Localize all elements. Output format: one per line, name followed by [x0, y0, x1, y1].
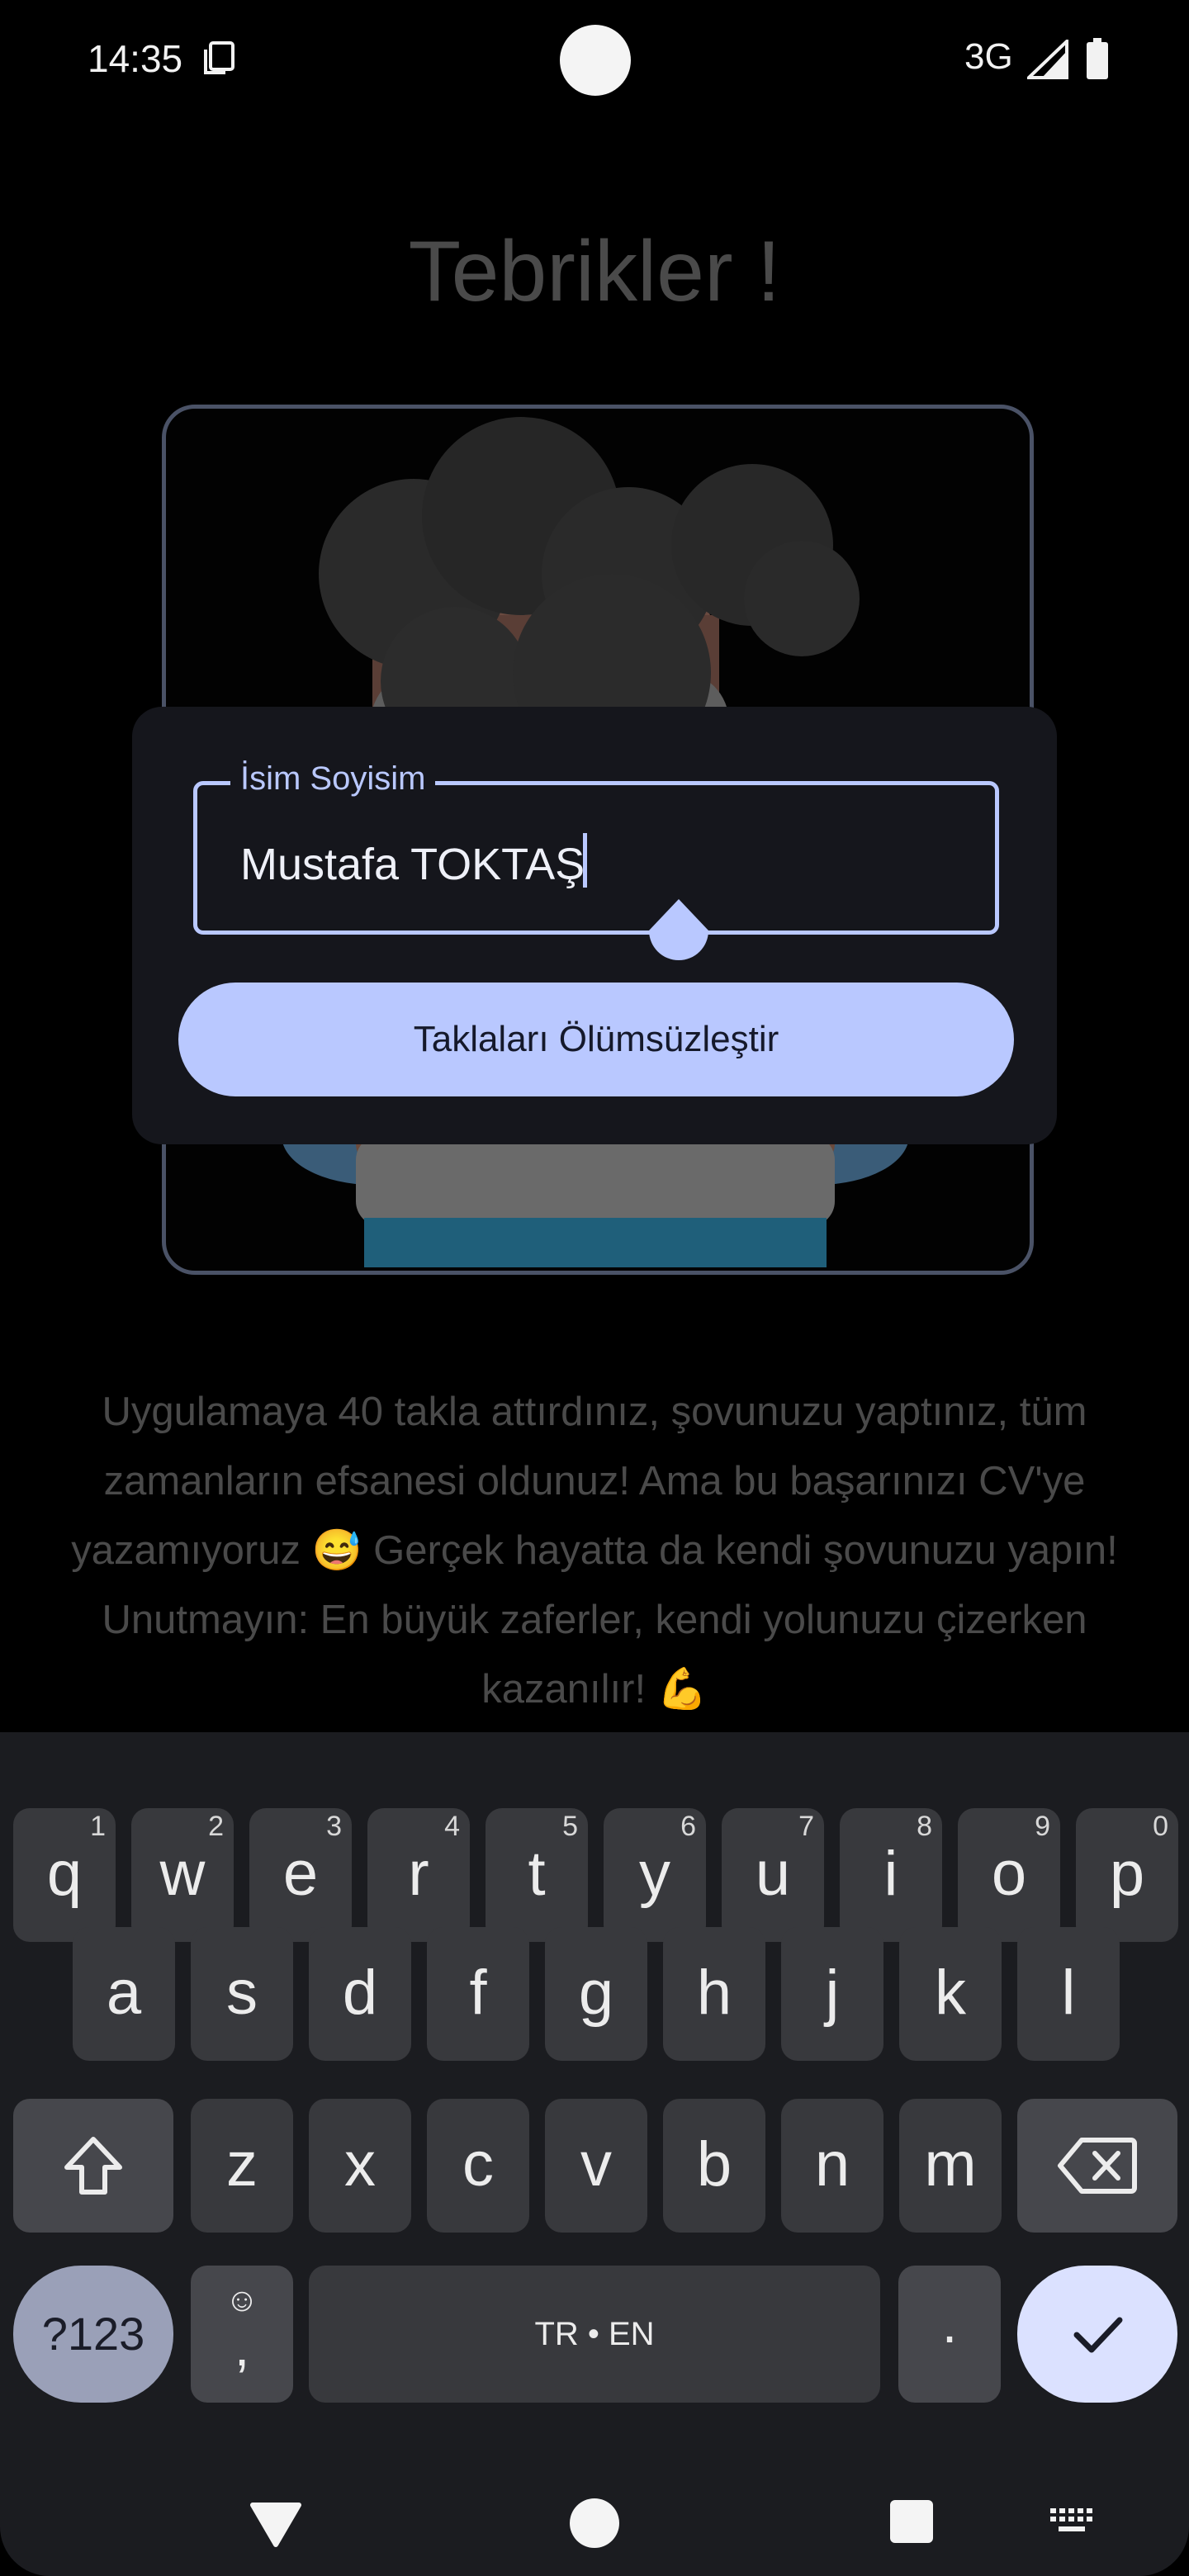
- name-input-text: Mustafa TOKTAŞ: [240, 840, 585, 889]
- key-j-label: j: [825, 1958, 840, 2028]
- key-w-hint: 2: [208, 1811, 224, 1842]
- key-m-label: m: [924, 2129, 977, 2200]
- key-q[interactable]: q1: [13, 1808, 116, 1942]
- key-o[interactable]: o9: [958, 1808, 1060, 1942]
- immortalize-button[interactable]: Taklaları Ölümsüzleştir: [178, 983, 1014, 1096]
- key-q-hint: 1: [90, 1811, 106, 1842]
- status-time: 14:35: [88, 37, 183, 80]
- name-input-value[interactable]: Mustafa TOKTAŞ: [240, 833, 588, 890]
- period-key[interactable]: .: [898, 2266, 1001, 2403]
- recents-icon[interactable]: [888, 2498, 935, 2545]
- key-q-label: q: [46, 1839, 83, 1909]
- key-i[interactable]: i8: [840, 1808, 942, 1942]
- key-k-label: k: [935, 1958, 966, 2028]
- key-o-hint: 9: [1035, 1811, 1050, 1842]
- key-a[interactable]: a: [73, 1927, 175, 2061]
- home-icon[interactable]: [568, 2497, 621, 2550]
- key-x[interactable]: x: [309, 2099, 411, 2233]
- key-w[interactable]: w2: [131, 1808, 234, 1942]
- page-title: Tebrikler !: [408, 224, 781, 320]
- battery-icon: [1087, 38, 1108, 79]
- key-z[interactable]: z: [191, 2099, 293, 2233]
- key-v[interactable]: v: [545, 2099, 647, 2233]
- key-s[interactable]: s: [191, 1927, 293, 2061]
- key-p[interactable]: p0: [1076, 1808, 1178, 1942]
- key-h[interactable]: h: [663, 1927, 765, 2061]
- key-y-hint: 6: [680, 1811, 696, 1842]
- key-j[interactable]: j: [781, 1927, 883, 2061]
- key-h-label: h: [696, 1958, 732, 2028]
- key-y[interactable]: y6: [604, 1808, 706, 1942]
- back-icon[interactable]: [249, 2502, 302, 2548]
- front-camera: [560, 25, 631, 96]
- key-g-label: g: [578, 1958, 614, 2028]
- key-u-label: u: [755, 1839, 791, 1909]
- shift-icon: [64, 2137, 122, 2195]
- status-bar: 14:35 3G: [0, 0, 1189, 116]
- symbols-key[interactable]: ?123: [13, 2266, 173, 2403]
- key-t[interactable]: t5: [486, 1808, 588, 1942]
- key-o-label: o: [991, 1839, 1027, 1909]
- backspace-icon: [1058, 2138, 1137, 2194]
- key-f-label: f: [469, 1958, 487, 2028]
- key-a-label: a: [106, 1958, 142, 2028]
- screenshot-icon: [204, 41, 234, 74]
- checkmark-icon: [1073, 2317, 1123, 2353]
- caret-handle-icon[interactable]: [647, 899, 711, 965]
- enter-key[interactable]: [1017, 2266, 1177, 2403]
- text-caret: [583, 833, 588, 888]
- key-r[interactable]: r4: [367, 1808, 470, 1942]
- network-type: 3G: [964, 36, 1013, 77]
- name-input[interactable]: İsim Soyisim Mustafa TOKTAŞ: [193, 760, 999, 961]
- key-k[interactable]: k: [899, 1927, 1002, 2061]
- key-n-label: n: [814, 2129, 850, 2200]
- congrats-message: Uygulamaya 40 takla attırdınız, şovunuzu…: [71, 1390, 1118, 1712]
- emoji-comma-key[interactable]: ☺ ,: [191, 2266, 293, 2403]
- navigation-bar: [0, 2460, 1189, 2576]
- key-e-label: e: [282, 1839, 319, 1909]
- key-r-hint: 4: [444, 1811, 460, 1842]
- key-e-hint: 3: [326, 1811, 342, 1842]
- key-y-label: y: [639, 1839, 670, 1909]
- key-p-label: p: [1109, 1839, 1145, 1909]
- keyboard: q1 w2 e3 r4 t5 y6 u7 i8 o9 p0 a s d f g …: [0, 1732, 1189, 2576]
- phone-screen: 14:35 3G Tebrikler ! İsim Soyisim Mustaf…: [0, 0, 1189, 2576]
- key-f[interactable]: f: [427, 1927, 529, 2061]
- key-v-label: v: [580, 2129, 612, 2200]
- key-i-hint: 8: [917, 1811, 932, 1842]
- key-w-label: w: [159, 1839, 206, 1909]
- keyboard-switch-icon[interactable]: [1049, 2507, 1095, 2536]
- key-r-label: r: [408, 1839, 429, 1909]
- key-t-label: t: [528, 1839, 546, 1909]
- key-p-hint: 0: [1153, 1811, 1168, 1842]
- key-l-label: l: [1061, 1958, 1076, 2028]
- key-u[interactable]: u7: [722, 1808, 824, 1942]
- key-s-label: s: [226, 1958, 258, 2028]
- key-d[interactable]: d: [309, 1927, 411, 2061]
- emoji-icon: ☺: [225, 2282, 259, 2318]
- key-b[interactable]: b: [663, 2099, 765, 2233]
- key-e[interactable]: e3: [249, 1808, 352, 1942]
- key-x-label: x: [344, 2129, 376, 2200]
- space-key[interactable]: TR • EN: [309, 2266, 880, 2403]
- shift-key[interactable]: [13, 2099, 173, 2233]
- key-n[interactable]: n: [781, 2099, 883, 2233]
- key-c-label: c: [462, 2129, 494, 2200]
- comma-label: ,: [234, 2316, 250, 2377]
- name-input-label: İsim Soyisim: [230, 760, 436, 798]
- key-m[interactable]: m: [899, 2099, 1002, 2233]
- key-t-hint: 5: [562, 1811, 578, 1842]
- key-l[interactable]: l: [1017, 1927, 1120, 2061]
- key-u-hint: 7: [798, 1811, 814, 1842]
- name-dialog: İsim Soyisim Mustafa TOKTAŞ Taklaları Öl…: [132, 707, 1057, 1144]
- key-d-label: d: [342, 1958, 378, 2028]
- signal-icon: [1027, 40, 1068, 79]
- key-g[interactable]: g: [545, 1927, 647, 2061]
- backspace-key[interactable]: [1017, 2099, 1177, 2233]
- key-z-label: z: [226, 2129, 258, 2200]
- key-i-label: i: [883, 1839, 898, 1909]
- key-c[interactable]: c: [427, 2099, 529, 2233]
- key-b-label: b: [696, 2129, 732, 2200]
